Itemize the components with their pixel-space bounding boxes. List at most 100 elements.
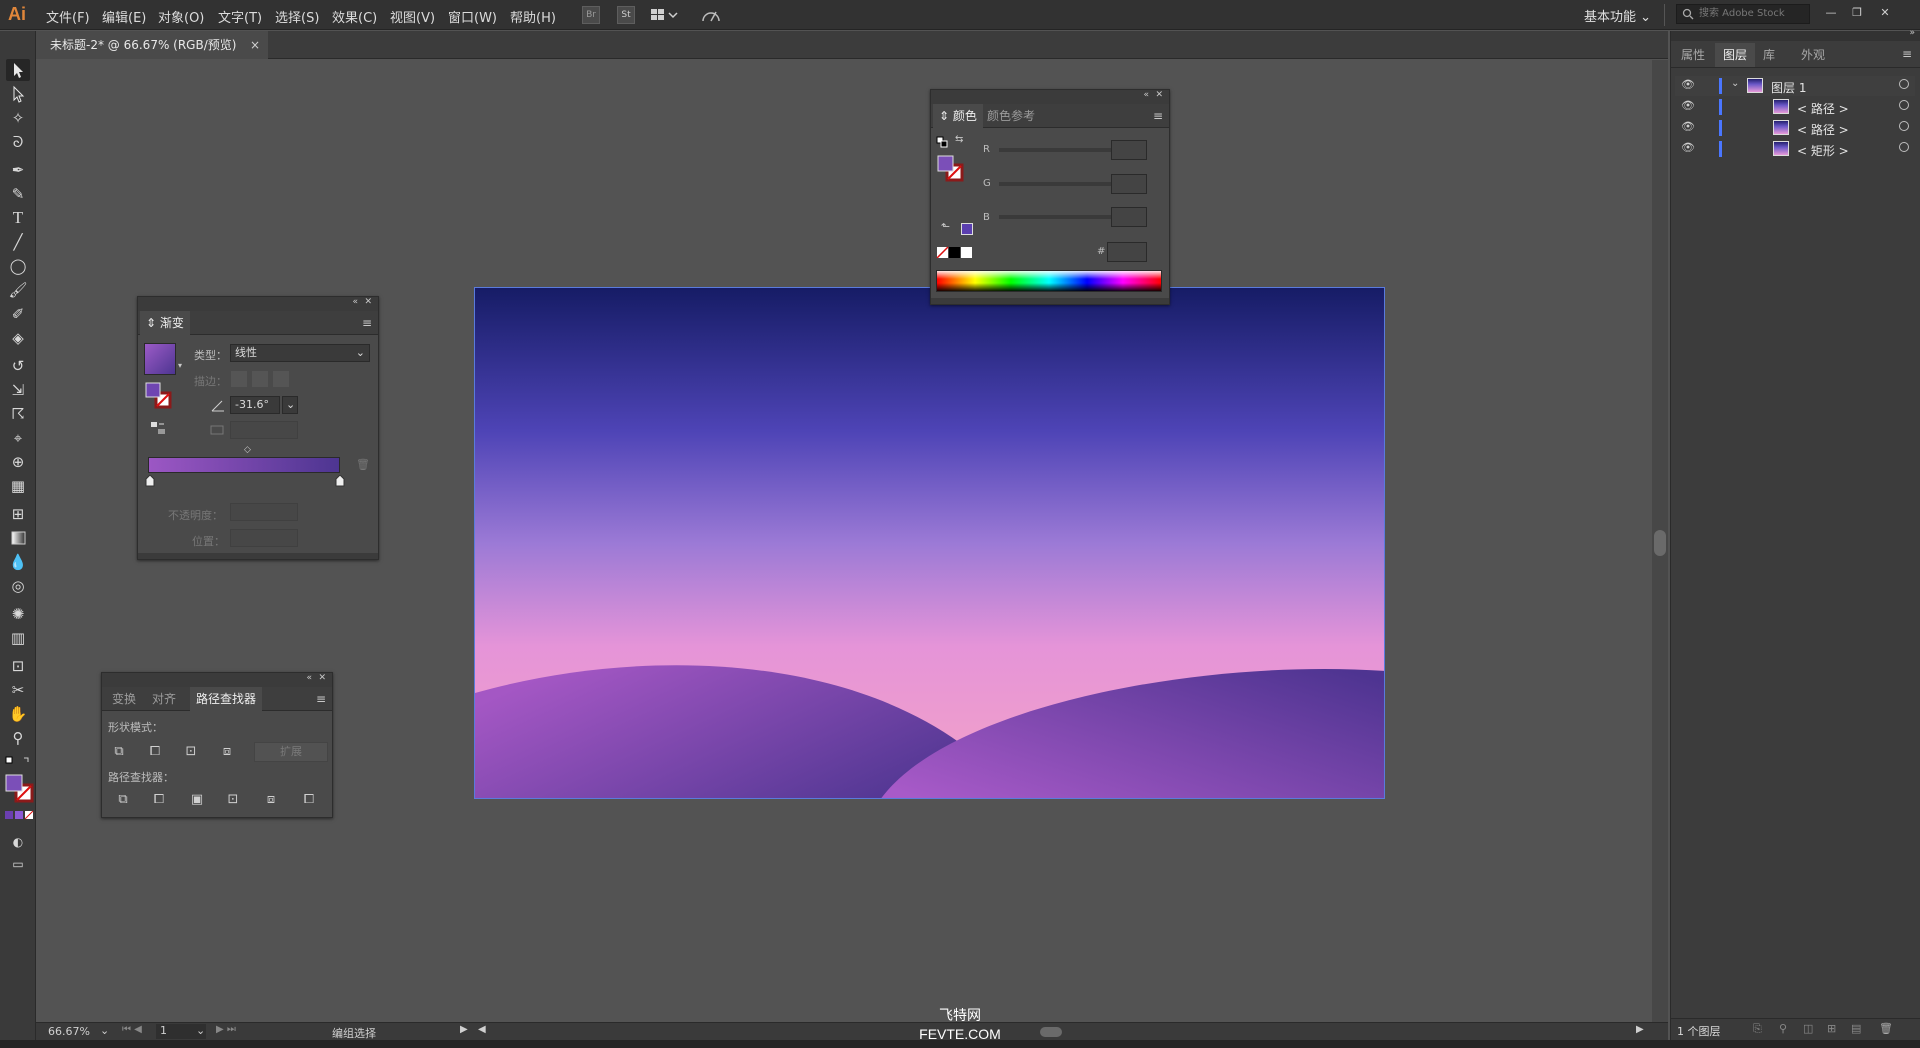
eyedropper-tool[interactable]: 💧 — [6, 551, 30, 573]
layer-name[interactable]: 图层 1 — [1771, 79, 1806, 96]
selection-tool[interactable] — [6, 59, 30, 81]
hand-tool[interactable]: ✋ — [6, 703, 30, 725]
minus-front-icon[interactable]: ⧠ — [146, 743, 164, 761]
vertical-scroll-thumb[interactable] — [1654, 530, 1666, 556]
fill-stroke-swatch[interactable] — [4, 773, 34, 803]
gradient-tool[interactable] — [6, 527, 30, 549]
draw-mode-icon[interactable]: ◐ — [6, 831, 30, 853]
eye-icon[interactable]: 👁 — [1681, 141, 1695, 154]
layer-name[interactable]: < 路径 > — [1797, 121, 1849, 138]
vertical-scrollbar[interactable] — [1652, 60, 1668, 1022]
swap-colors-icon[interactable]: ⇆ — [955, 134, 963, 145]
type-select[interactable]: 线性 ⌄ — [230, 344, 370, 362]
hex-input[interactable] — [1107, 242, 1147, 262]
trim-icon[interactable]: ⧠ — [150, 791, 168, 809]
panel-resize-grip[interactable] — [138, 553, 378, 559]
dock-header[interactable]: » — [1671, 28, 1920, 41]
tab-properties[interactable]: 属性 — [1673, 43, 1713, 67]
type-tool[interactable]: T — [6, 207, 30, 229]
trash-icon[interactable]: 🗑 — [1879, 1022, 1893, 1035]
angle-input[interactable]: -31.6° — [230, 396, 280, 414]
collapse-icon[interactable]: « — [1143, 90, 1149, 100]
color-stop-right[interactable] — [335, 474, 345, 487]
chevron-down-icon[interactable]: ⌄ — [100, 1024, 109, 1037]
restore-button[interactable]: ❐ — [1846, 4, 1868, 22]
panel-resize-grip[interactable] — [931, 298, 1169, 304]
rotate-tool[interactable]: ↺ — [6, 355, 30, 377]
curvature-pen-tool[interactable]: ✎ — [6, 183, 30, 205]
exclude-icon[interactable]: ⧈ — [218, 743, 236, 761]
line-segment-tool[interactable]: ╱ — [6, 231, 30, 253]
target-icon[interactable] — [1899, 79, 1909, 89]
chevron-down-icon[interactable]: ⌄ — [196, 1024, 205, 1037]
symbol-sprayer-tool[interactable]: ✺ — [6, 603, 30, 625]
aspect-ratio-input[interactable] — [230, 421, 298, 439]
lasso-tool[interactable]: ᘐ — [6, 131, 30, 153]
none-black-white-swatches[interactable] — [936, 246, 976, 259]
menu-edit[interactable]: 编辑(E) — [102, 7, 146, 26]
close-icon[interactable]: × — [250, 31, 260, 59]
status-menu-arrow-icon[interactable]: ▶ — [460, 1024, 468, 1035]
export-icon[interactable]: ⎘ — [1753, 1022, 1762, 1036]
perspective-grid-tool[interactable]: ▦ — [6, 475, 30, 497]
document-tab[interactable]: 未标题-2* @ 66.67% (RGB/预览) × — [36, 31, 268, 59]
stock-icon[interactable]: St — [617, 6, 635, 24]
target-icon[interactable] — [1899, 121, 1909, 131]
shaper-tool[interactable]: ✐ — [6, 303, 30, 325]
scale-tool[interactable]: ⇲ — [6, 379, 30, 401]
tab-gradient[interactable]: ⇕ 渐变 — [140, 311, 190, 335]
shape-builder-tool[interactable]: ⊕ — [6, 451, 30, 473]
color-spectrum-bar[interactable] — [936, 270, 1162, 292]
warp-tool[interactable]: ☈ — [6, 403, 30, 425]
channel-r-slider[interactable] — [999, 148, 1111, 152]
minus-back-icon[interactable]: ⧠ — [300, 791, 318, 809]
panel-menu-icon[interactable]: ≡ — [316, 692, 326, 706]
tab-libraries[interactable]: 库 — [1755, 43, 1783, 67]
chevron-down-icon[interactable]: ▾ — [178, 361, 182, 370]
reverse-gradient-icon[interactable] — [150, 421, 166, 435]
screen-mode-icon[interactable]: ▭ — [6, 853, 30, 875]
artboard-nav-last-icon[interactable]: ▶ ⏭ — [216, 1024, 236, 1035]
panel-titlebar[interactable]: « ✕ — [102, 673, 332, 687]
tab-transform[interactable]: 变换 — [106, 687, 142, 711]
gradient-preview-swatch[interactable] — [144, 343, 176, 375]
color-mode-buttons[interactable] — [4, 809, 34, 820]
default-colors-icon[interactable] — [936, 136, 948, 148]
paintbrush-tool[interactable]: 🖌 — [6, 279, 30, 301]
color-stop-left[interactable] — [145, 474, 155, 487]
scroll-left-icon[interactable]: ◀ — [478, 1024, 486, 1035]
eye-icon[interactable]: 👁 — [1681, 99, 1695, 112]
collapse-icon[interactable]: « — [306, 673, 312, 683]
menu-view[interactable]: 视图(V) — [390, 7, 435, 26]
channel-b-slider[interactable] — [999, 215, 1111, 219]
artboard-tool[interactable]: ⊡ — [6, 655, 30, 677]
ellipse-tool[interactable]: ◯ — [6, 255, 30, 277]
stock-search-input[interactable]: 搜索 Adobe Stock — [1676, 4, 1810, 24]
menu-help[interactable]: 帮助(H) — [510, 7, 556, 26]
unite-icon[interactable]: ⧉ — [110, 743, 128, 761]
tab-pathfinder[interactable]: 路径查找器 — [190, 687, 263, 711]
fill-stroke-swatch[interactable] — [936, 154, 966, 184]
minimize-button[interactable]: — — [1820, 4, 1842, 22]
layer-row[interactable]: 👁 < 路径 > — [1675, 118, 1915, 138]
horizontal-scroll-thumb[interactable] — [1040, 1027, 1062, 1037]
menu-type[interactable]: 文字(T) — [218, 7, 262, 26]
gpu-performance-icon[interactable] — [700, 6, 722, 24]
eraser-tool[interactable]: ◈ — [6, 327, 30, 349]
arrange-documents-icon[interactable] — [650, 6, 680, 24]
crop-icon[interactable]: ⊡ — [224, 791, 242, 809]
menu-file[interactable]: 文件(F) — [46, 7, 90, 26]
menu-object[interactable]: 对象(O) — [158, 7, 204, 26]
tab-align[interactable]: 对齐 — [146, 687, 182, 711]
channel-b-input[interactable] — [1111, 207, 1147, 227]
layer-row[interactable]: 👁 < 路径 > — [1675, 97, 1915, 117]
layer-name[interactable]: < 矩形 > — [1797, 142, 1849, 159]
collapse-icon[interactable]: « — [352, 297, 358, 307]
close-icon[interactable]: ✕ — [364, 297, 372, 307]
direct-selection-tool[interactable] — [6, 83, 30, 105]
merge-icon[interactable]: ▣ — [188, 791, 206, 809]
locate-object-icon[interactable]: ⚲ — [1779, 1022, 1787, 1035]
zoom-tool[interactable]: ⚲ — [6, 727, 30, 749]
panel-menu-icon[interactable]: ≡ — [1153, 109, 1163, 123]
tab-color[interactable]: ⇕ 颜色 — [933, 104, 983, 128]
